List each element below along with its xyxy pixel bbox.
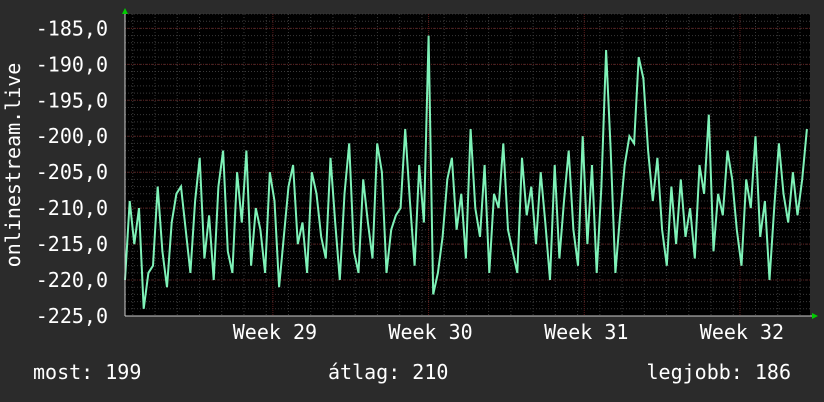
x-axis-ticks: Week 29 Week 30 Week 31 Week 32 [233, 320, 784, 344]
y-tick-label: -205,0 [36, 160, 108, 184]
best-value: legjobb: 186 [646, 360, 792, 384]
x-tick-label: Week 32 [700, 320, 784, 344]
y-tick-label: -195,0 [36, 88, 108, 112]
y-axis-label: onlinestream.live [1, 63, 25, 268]
average-value: átlag: 210 [328, 360, 449, 384]
chart: -185,0 -190,0 -195,0 -200,0 -205,0 -210,0 -215… [1, 8, 818, 344]
x-tick-label: Week 31 [544, 320, 628, 344]
y-tick-label: -215,0 [36, 232, 108, 256]
x-axis-arrow-icon [812, 313, 818, 319]
y-tick-label: -200,0 [36, 124, 108, 148]
x-tick-label: Week 29 [233, 320, 317, 344]
x-tick-label: Week 30 [388, 320, 472, 344]
y-tick-label: -190,0 [36, 52, 108, 76]
y-tick-label: -220,0 [36, 268, 108, 292]
y-tick-label: -210,0 [36, 196, 108, 220]
y-tick-label: -185,0 [36, 16, 108, 40]
stats-bar: most: 199 átlag: 210 legjobb: 186 [0, 360, 824, 390]
y-axis-ticks: -185,0 -190,0 -195,0 -200,0 -205,0 -210,0 -215… [36, 16, 108, 328]
y-tick-label: -225,0 [36, 304, 108, 328]
y-axis-arrow-icon [122, 8, 128, 14]
current-value: most: 199 [33, 360, 142, 384]
